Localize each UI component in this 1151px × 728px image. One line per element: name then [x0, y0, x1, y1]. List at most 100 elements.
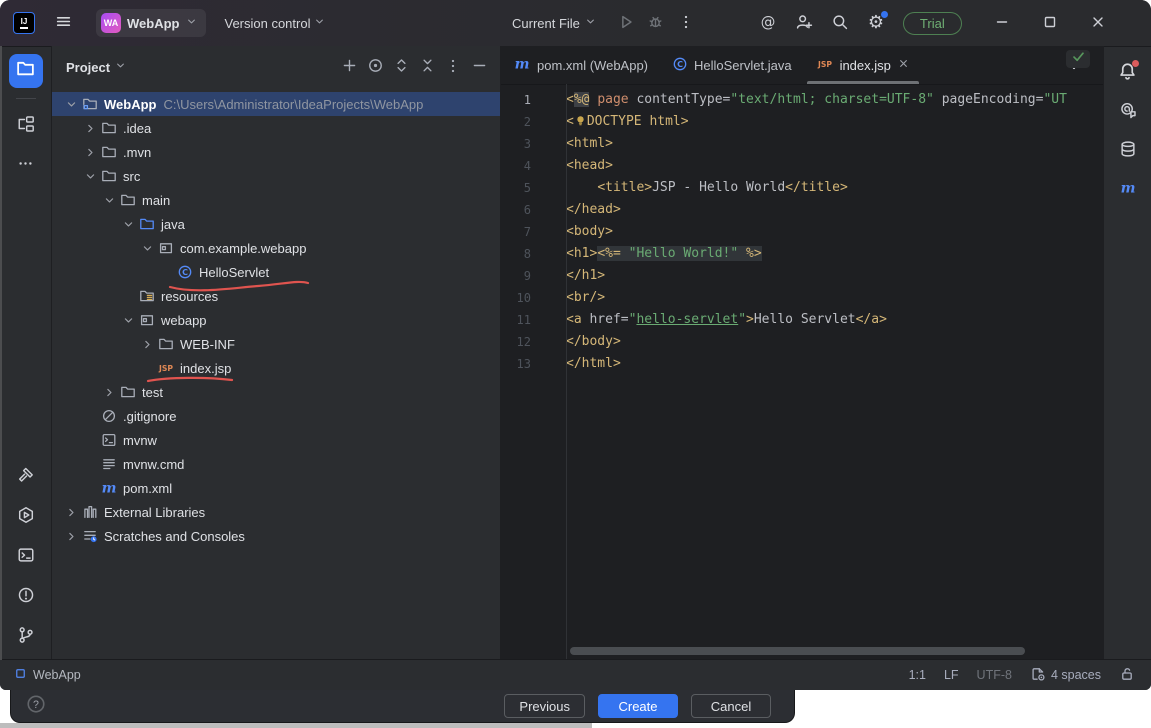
- tree-item-WEB-INF[interactable]: WEB-INF: [52, 332, 500, 356]
- chevron-right-icon[interactable]: [62, 506, 81, 519]
- tool-run-services-button[interactable]: [9, 500, 43, 534]
- tree-item-External-Libraries[interactable]: External Libraries: [52, 500, 500, 524]
- line-number[interactable]: 13: [501, 353, 531, 375]
- debug-button[interactable]: [641, 8, 671, 38]
- previous-button[interactable]: Previous: [504, 694, 585, 718]
- maximize-button[interactable]: [1026, 0, 1074, 46]
- run-configuration-selector[interactable]: Current File: [506, 15, 603, 31]
- editor-area[interactable]: mpom.xml (WebApp)CHelloServlet.javaJSPin…: [501, 46, 1103, 660]
- chevron-down-icon[interactable]: [62, 98, 81, 111]
- code-line-4[interactable]: 4<head>: [501, 155, 1103, 177]
- tree-item-main[interactable]: main: [52, 188, 500, 212]
- search-button[interactable]: [825, 8, 855, 38]
- tree-item-index.jsp[interactable]: JSPindex.jsp: [52, 356, 500, 380]
- tree-item-mvnw[interactable]: mvnw: [52, 428, 500, 452]
- tree-item-webapp[interactable]: webapp: [52, 308, 500, 332]
- code-line-3[interactable]: 3<html>: [501, 133, 1103, 155]
- tool-version-control-branch-button[interactable]: [9, 620, 43, 654]
- tool-maven-button[interactable]: m: [1111, 171, 1145, 205]
- status-widget-UTF-8[interactable]: UTF-8: [977, 668, 1012, 682]
- status-indent-settings-widget[interactable]: 4 spaces: [1030, 666, 1101, 685]
- trial-badge[interactable]: Trial: [903, 12, 962, 35]
- cancel-button[interactable]: Cancel: [691, 694, 771, 718]
- tool-build-hammer-button[interactable]: [9, 460, 43, 494]
- create-button[interactable]: Create: [598, 694, 678, 718]
- code-line-12[interactable]: 12</body>: [501, 331, 1103, 353]
- code-line-8[interactable]: 8<h1><%= "Hello World!" %>: [501, 243, 1103, 265]
- settings-button[interactable]: ⚙: [861, 8, 891, 38]
- main-menu-button[interactable]: [48, 8, 78, 38]
- code-line-7[interactable]: 7<body>: [501, 221, 1103, 243]
- editor-tab-index.jsp[interactable]: JSPindex.jsp: [804, 46, 922, 84]
- ai-assistant-button[interactable]: @: [753, 8, 783, 38]
- tree-item-com.example.webapp[interactable]: com.example.webapp: [52, 236, 500, 260]
- tool-problems-button[interactable]: [9, 580, 43, 614]
- collapse-all-button[interactable]: [414, 54, 440, 80]
- tool-structure-button[interactable]: [9, 109, 43, 143]
- line-number[interactable]: 8: [501, 243, 531, 265]
- code-line-6[interactable]: 6</head>: [501, 199, 1103, 221]
- more-actions-button[interactable]: [671, 8, 701, 38]
- tree-item-.idea[interactable]: .idea: [52, 116, 500, 140]
- line-number[interactable]: 3: [501, 133, 531, 155]
- code-line-2[interactable]: 2<DOCTYPE html>: [501, 111, 1103, 133]
- tree-item-java[interactable]: java: [52, 212, 500, 236]
- tool-terminal-button[interactable]: [9, 540, 43, 574]
- chevron-right-icon[interactable]: [81, 122, 100, 135]
- tree-item-WebApp[interactable]: WebAppC:\Users\Administrator\IdeaProject…: [52, 92, 500, 116]
- status-unlock-widget[interactable]: [1119, 666, 1135, 685]
- chevron-right-icon[interactable]: [138, 338, 157, 351]
- horizontal-scrollbar[interactable]: [570, 647, 1025, 655]
- code-line-9[interactable]: 9</h1>: [501, 265, 1103, 287]
- line-number[interactable]: 5: [501, 177, 531, 199]
- code-line-5[interactable]: 5 <title>JSP - Hello World</title>: [501, 177, 1103, 199]
- tool-project-folder-button[interactable]: [9, 54, 43, 88]
- line-number[interactable]: 7: [501, 221, 531, 243]
- tree-item-src[interactable]: src: [52, 164, 500, 188]
- line-number[interactable]: 12: [501, 331, 531, 353]
- code-line-10[interactable]: 10<br/>: [501, 287, 1103, 309]
- line-number[interactable]: 6: [501, 199, 531, 221]
- locate-file-button[interactable]: [362, 54, 388, 80]
- code-line-1[interactable]: 1<%@ page contentType="text/html; charse…: [501, 89, 1103, 111]
- editor-tab-HelloServlet.java[interactable]: CHelloServlet.java: [660, 46, 804, 84]
- inspections-ok-widget[interactable]: [1066, 50, 1090, 68]
- editor-tab-pom.xml[interactable]: mpom.xml (WebApp): [501, 46, 660, 84]
- tree-item-Scratches-and-Consoles[interactable]: Scratches and Consoles: [52, 524, 500, 548]
- tool-more-tools-button[interactable]: [9, 149, 43, 183]
- tree-item-HelloServlet[interactable]: CHelloServlet: [52, 260, 500, 284]
- tree-item-test[interactable]: test: [52, 380, 500, 404]
- tree-item-pom.xml[interactable]: mpom.xml: [52, 476, 500, 500]
- add-user-button[interactable]: [789, 8, 819, 38]
- version-control-widget[interactable]: Version control: [224, 15, 326, 31]
- line-number[interactable]: 11: [501, 309, 531, 331]
- tool-ai-chat-button[interactable]: [1111, 93, 1145, 127]
- intention-bulb-icon[interactable]: [574, 113, 587, 135]
- tree-item-resources[interactable]: resources: [52, 284, 500, 308]
- hide-button[interactable]: [466, 54, 492, 80]
- tree-item-.mvn[interactable]: .mvn: [52, 140, 500, 164]
- help-button[interactable]: ?: [21, 691, 51, 721]
- line-number[interactable]: 2: [501, 111, 531, 133]
- chevron-down-icon[interactable]: [119, 218, 138, 231]
- line-number[interactable]: 1: [501, 89, 531, 111]
- close-tab-icon[interactable]: [897, 57, 910, 73]
- run-button[interactable]: [611, 8, 641, 38]
- add-button[interactable]: [336, 54, 362, 80]
- code-line-11[interactable]: 11<a href="hello-servlet">Hello Servlet<…: [501, 309, 1103, 331]
- status-widget-LF[interactable]: LF: [944, 668, 959, 682]
- chevron-right-icon[interactable]: [62, 530, 81, 543]
- code-editor[interactable]: 1<%@ page contentType="text/html; charse…: [501, 84, 1103, 660]
- tool-notifications-bell-button[interactable]: [1111, 54, 1145, 88]
- line-number[interactable]: 4: [501, 155, 531, 177]
- status-project-widget[interactable]: WebApp: [14, 667, 81, 683]
- project-widget[interactable]: WA WebApp: [96, 9, 206, 37]
- chevron-right-icon[interactable]: [100, 386, 119, 399]
- chevron-down-icon[interactable]: [81, 170, 100, 183]
- tree-item-mvnw.cmd[interactable]: mvnw.cmd: [52, 452, 500, 476]
- chevron-down-icon[interactable]: [138, 242, 157, 255]
- chevron-down-icon[interactable]: [100, 194, 119, 207]
- code-line-13[interactable]: 13</html>: [501, 353, 1103, 375]
- tree-item-.gitignore[interactable]: .gitignore: [52, 404, 500, 428]
- expand-all-button[interactable]: [388, 54, 414, 80]
